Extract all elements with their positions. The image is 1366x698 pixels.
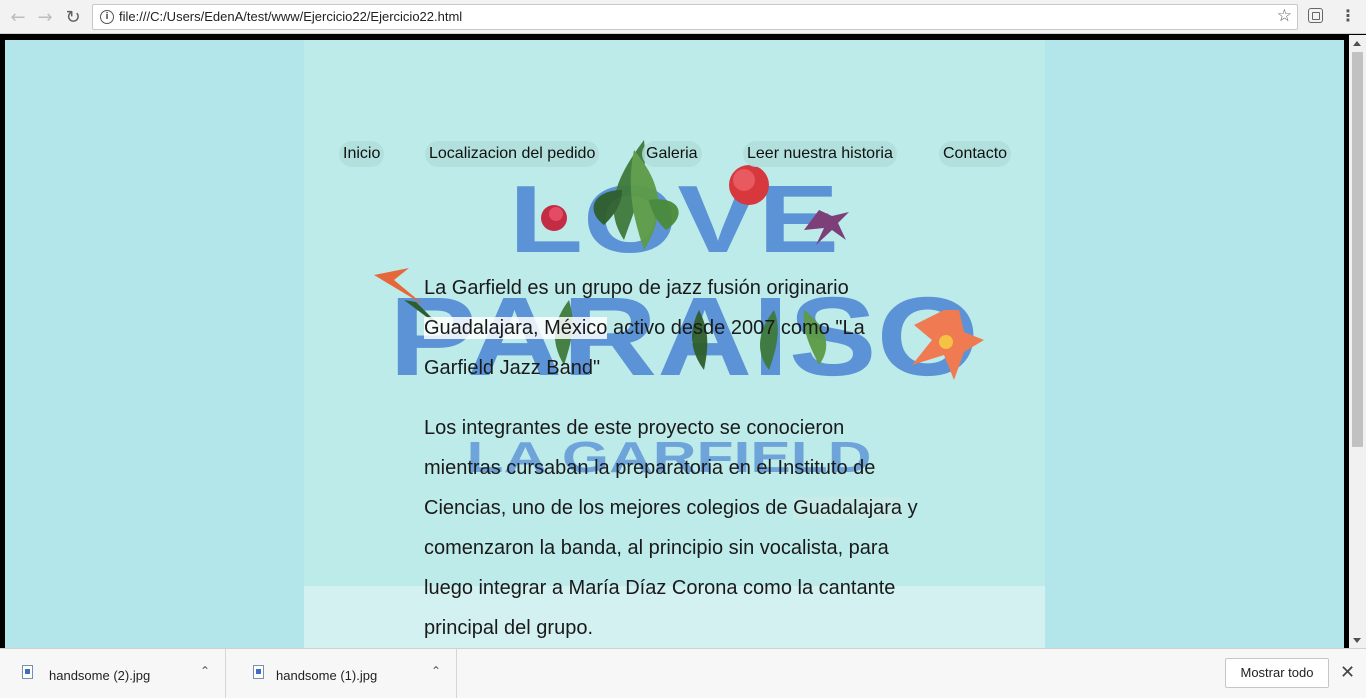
- download-item[interactable]: handsome (2).jpg ⌃: [0, 649, 226, 698]
- scroll-thumb[interactable]: [1352, 52, 1363, 447]
- page-viewport: LOVE PARAISO LA GARFIELD: [5, 40, 1344, 648]
- scroll-up-arrow-icon[interactable]: [1353, 41, 1361, 46]
- address-url[interactable]: file:///C:/Users/EdenA/test/www/Ejercici…: [119, 9, 462, 24]
- paragraph-1-text-a: La Garfield es un grupo de jazz fusión o…: [424, 277, 849, 299]
- kebab-menu-icon[interactable]: ⋮: [1340, 6, 1356, 25]
- extension-icon[interactable]: [1308, 8, 1323, 23]
- image-file-icon: [22, 665, 33, 679]
- nav-link-historia[interactable]: Leer nuestra historia: [743, 141, 897, 167]
- reload-button[interactable]: ↻: [61, 5, 85, 29]
- scroll-down-arrow-icon[interactable]: [1353, 638, 1361, 643]
- page-scrollbar[interactable]: [1349, 35, 1366, 648]
- show-all-button[interactable]: Mostrar todo: [1225, 658, 1329, 688]
- main-nav: Inicio Localizacion del pedido Galeria L…: [304, 141, 1045, 167]
- history-content: La Garfield es un grupo de jazz fusión o…: [424, 268, 924, 648]
- nav-link-inicio[interactable]: Inicio: [339, 141, 385, 167]
- star-icon[interactable]: ☆: [1277, 6, 1292, 26]
- info-icon[interactable]: i: [100, 10, 114, 24]
- history-paragraph-1: La Garfield es un grupo de jazz fusión o…: [424, 268, 924, 388]
- forward-button[interactable]: →: [33, 5, 57, 29]
- close-icon[interactable]: ✕: [1340, 662, 1355, 683]
- download-item[interactable]: handsome (1).jpg ⌃: [231, 649, 457, 698]
- nav-link-localizacion[interactable]: Localizacion del pedido: [425, 141, 600, 167]
- nav-link-contacto[interactable]: Contacto: [939, 141, 1012, 167]
- download-shelf: handsome (2).jpg ⌃ handsome (1).jpg ⌃ Mo…: [0, 648, 1366, 698]
- nav-link-galeria[interactable]: Galeria: [642, 141, 702, 167]
- page-column: LOVE PARAISO LA GARFIELD: [304, 40, 1045, 648]
- paragraph-2-highlight: Guadalajara: [793, 497, 903, 519]
- download-filename[interactable]: handsome (1).jpg: [276, 668, 377, 683]
- history-paragraph-2: Los integrantes de este proyecto se cono…: [424, 408, 924, 648]
- back-button[interactable]: ←: [6, 5, 30, 29]
- chevron-up-icon[interactable]: ⌃: [431, 664, 441, 678]
- download-filename[interactable]: handsome (2).jpg: [49, 668, 150, 683]
- image-file-icon: [253, 665, 264, 679]
- browser-toolbar: ← → ↻ i file:///C:/Users/EdenA/test/www/…: [0, 0, 1366, 34]
- chevron-up-icon[interactable]: ⌃: [200, 664, 210, 678]
- paragraph-1-highlight: Guadalajara, México: [424, 317, 608, 339]
- address-bar[interactable]: i file:///C:/Users/EdenA/test/www/Ejerci…: [92, 4, 1298, 30]
